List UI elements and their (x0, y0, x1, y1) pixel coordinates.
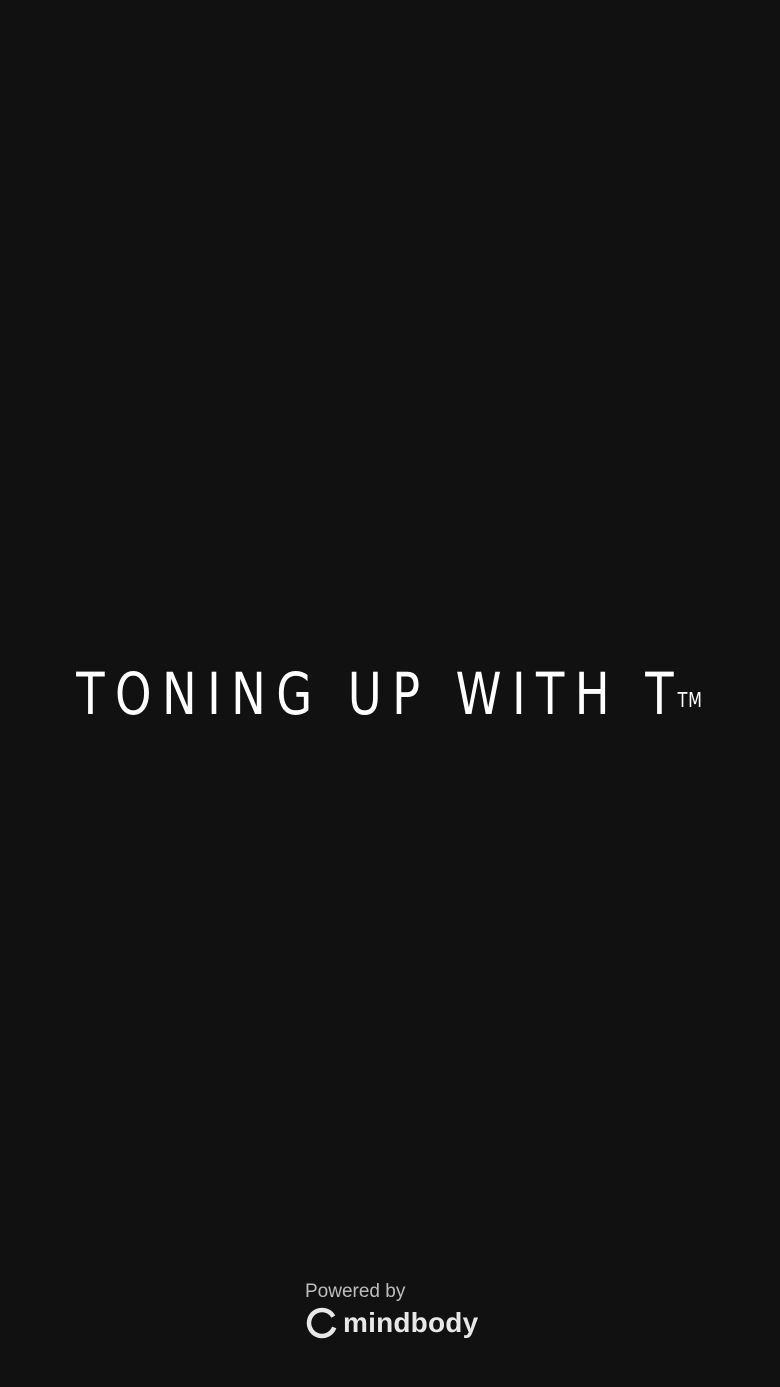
brand-title: TONING UP WITH TTM (77, 662, 703, 726)
powered-by-label: Powered by (305, 1281, 406, 1302)
mindbody-wordmark: mindbody (343, 1307, 479, 1338)
mindbody-logo-icon (305, 1306, 339, 1340)
powered-by-footer: Powered by mindbody (305, 1280, 495, 1350)
brand-title-text: TONING UP WITH T (76, 660, 685, 728)
mindbody-logo: mindbody (305, 1306, 495, 1340)
brand-logo: TONING UP WITH TTM (0, 662, 780, 726)
splash-screen: TONING UP WITH TTM Powered by mindbody (0, 0, 780, 1387)
trademark-mark: TM (678, 688, 704, 712)
